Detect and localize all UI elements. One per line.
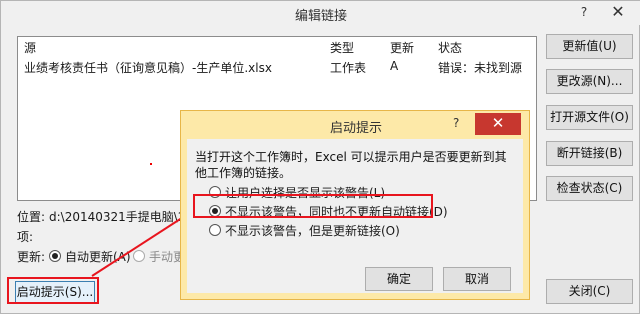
cancel-button[interactable]: 取消 xyxy=(443,267,511,291)
startup-title-bar: 启动提示 ? ✕ xyxy=(181,111,531,139)
startup-close-icon[interactable]: ✕ xyxy=(475,113,521,135)
option-radio[interactable] xyxy=(209,224,221,236)
option-label[interactable]: 不显示该警告，但是更新链接(O) xyxy=(225,222,400,239)
startup-message: 当打开这个工作簿时，Excel 可以提示用户是否要更新到其他工作簿的链接。 xyxy=(195,150,507,180)
ok-button[interactable]: 确定 xyxy=(365,267,433,291)
startup-help-button[interactable]: ? xyxy=(453,116,459,130)
selected-option-highlight xyxy=(193,194,433,218)
